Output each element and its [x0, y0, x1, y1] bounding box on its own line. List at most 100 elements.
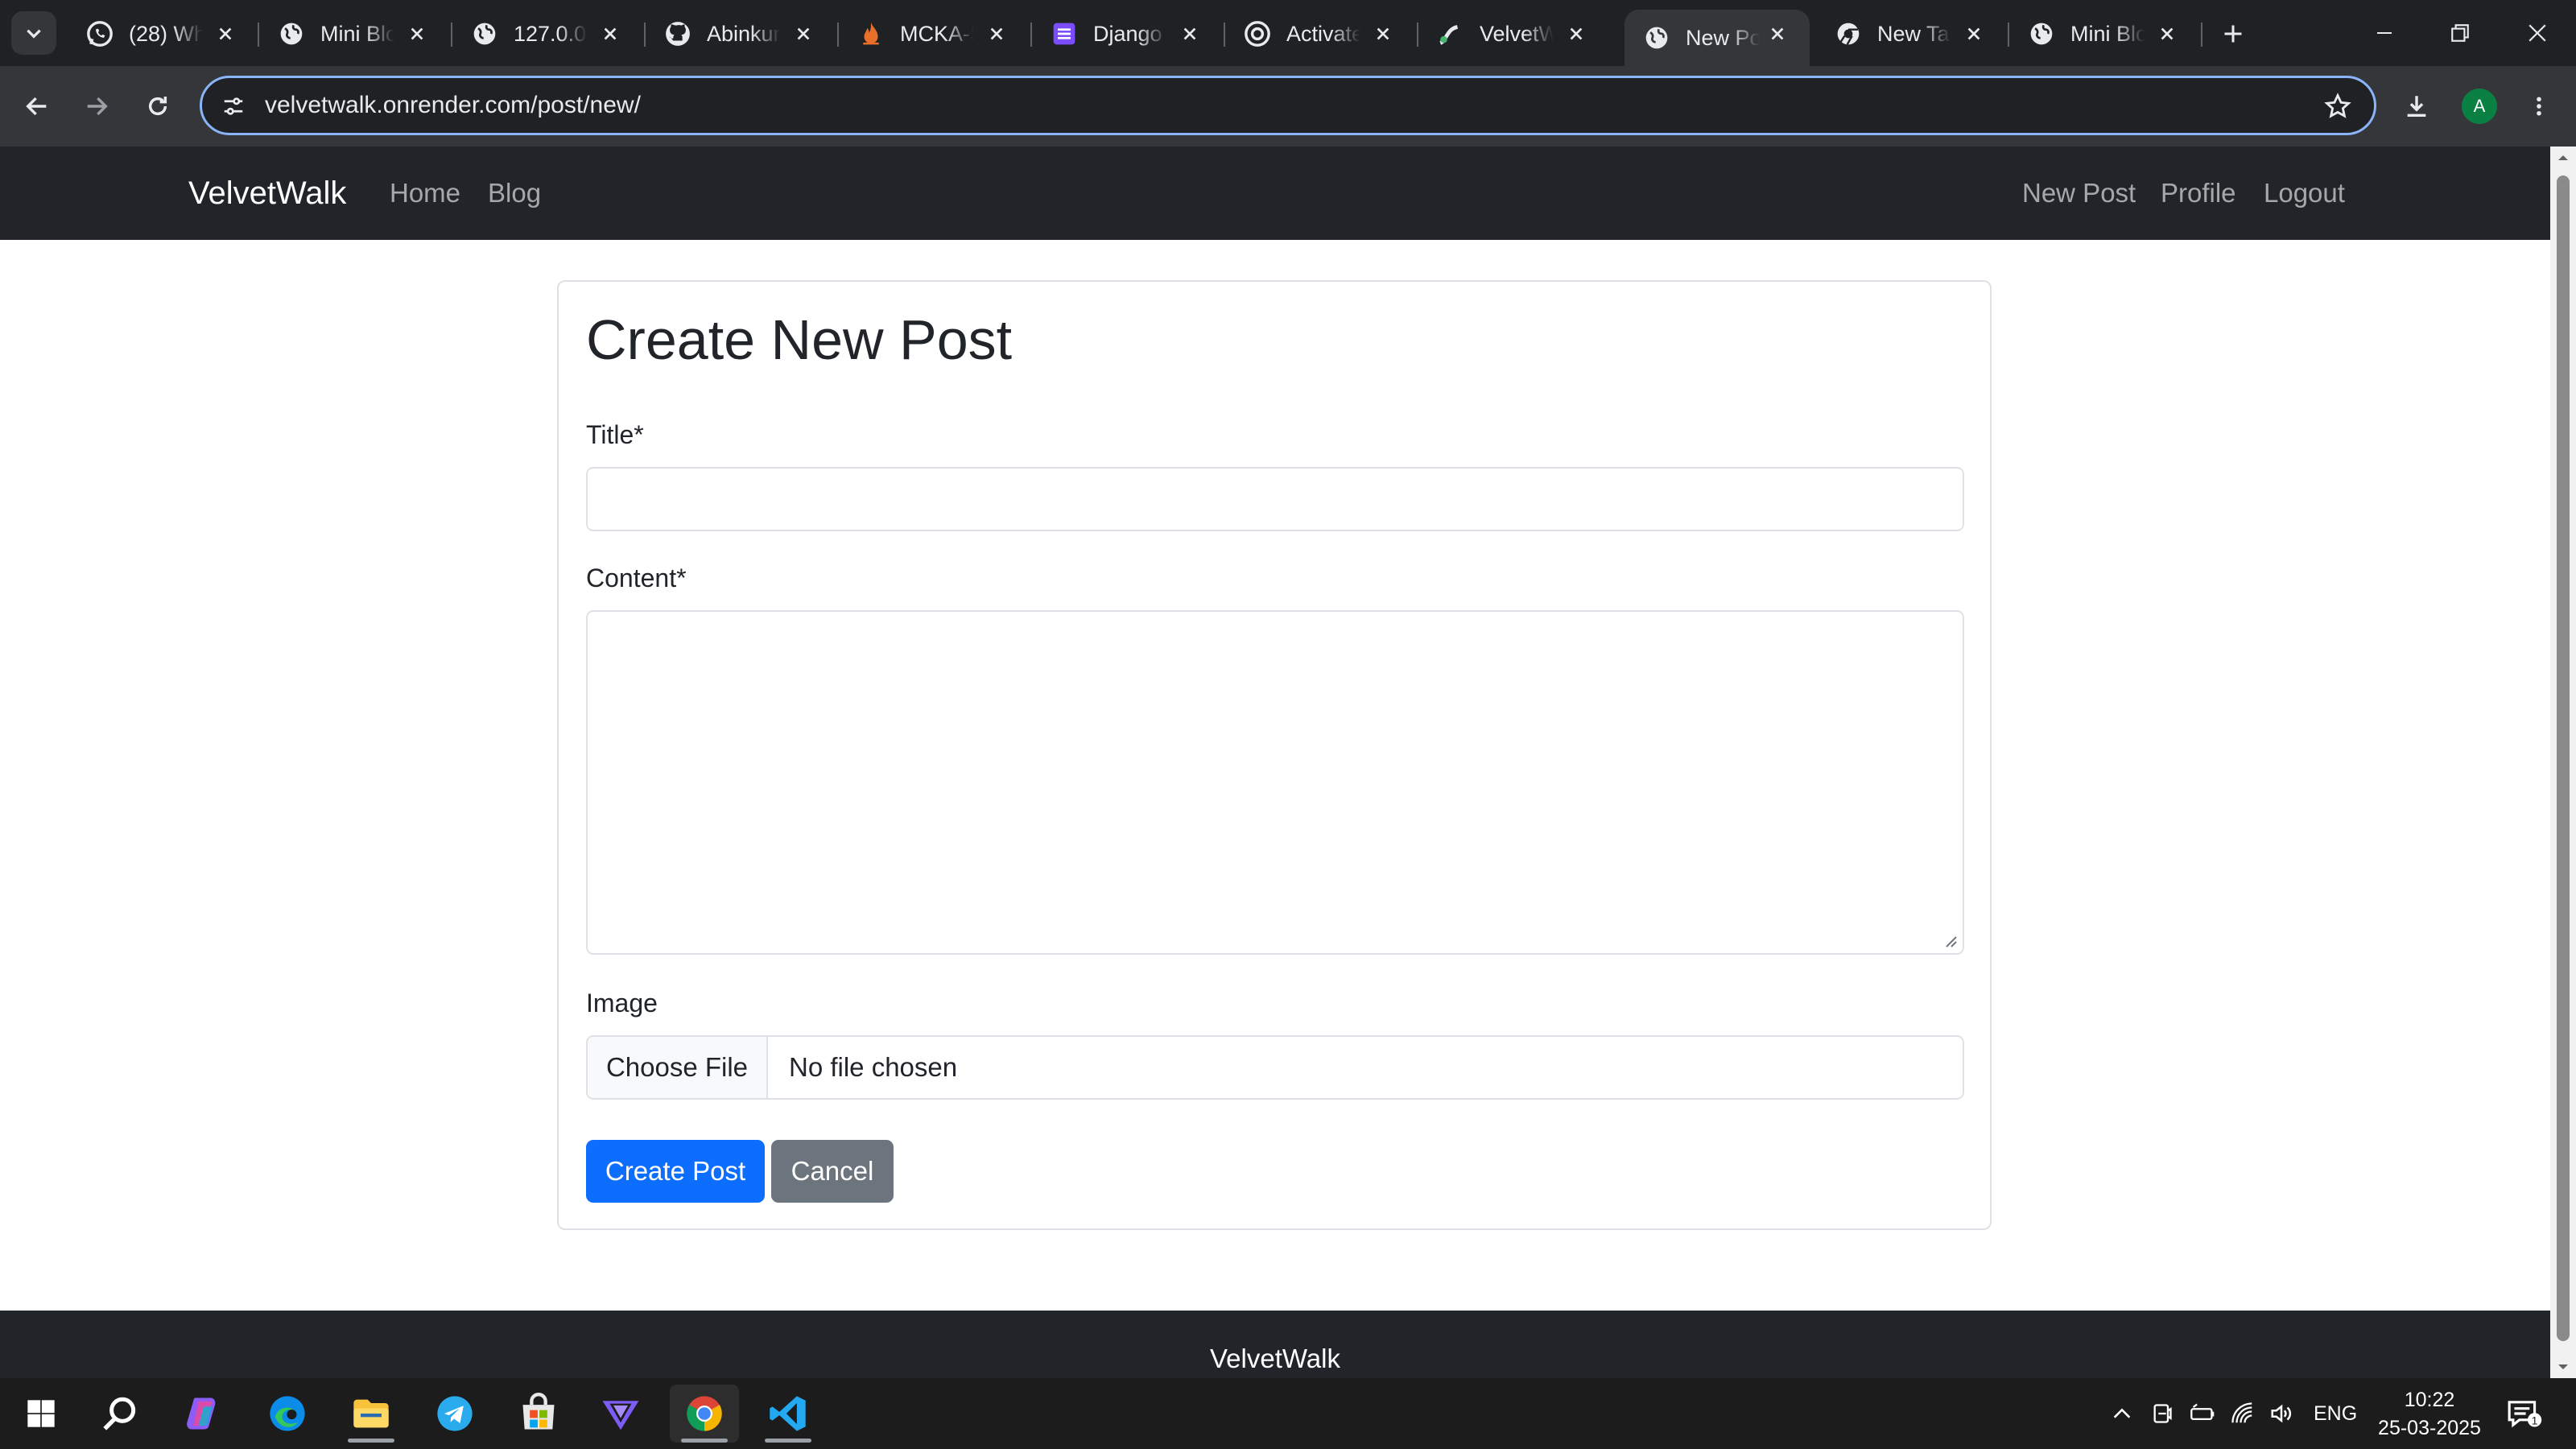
browser-toolbar: velvetwalk.onrender.com/post/new/ A — [0, 66, 2576, 147]
globe-icon — [277, 19, 306, 48]
openai-icon — [1243, 19, 1272, 48]
start-button[interactable] — [6, 1385, 76, 1443]
close-icon[interactable] — [1177, 21, 1203, 47]
site-info-icon[interactable] — [213, 86, 254, 126]
bookmark-star-icon[interactable] — [2318, 86, 2358, 126]
url-text[interactable]: velvetwalk.onrender.com/post/new/ — [265, 78, 641, 133]
show-hidden-icons-button[interactable] — [2106, 1396, 2138, 1431]
image-label: Image — [586, 989, 658, 1018]
minimize-button[interactable] — [2362, 13, 2407, 53]
taskbar-clock[interactable]: 10:22 25-03-2025 — [2373, 1386, 2486, 1443]
taskbar-telegram[interactable] — [420, 1385, 489, 1443]
tray-battery[interactable] — [2186, 1396, 2219, 1431]
tab-label: Abinkumar — [707, 21, 781, 46]
volume-icon — [2271, 1404, 2292, 1423]
running-indicator — [765, 1439, 811, 1443]
downloads-button[interactable] — [2396, 85, 2438, 127]
browser-tab-localhost[interactable]: 127.0.0.1 — [452, 10, 642, 58]
address-bar[interactable]: velvetwalk.onrender.com/post/new/ — [200, 76, 2376, 135]
close-icon[interactable] — [1370, 21, 1396, 47]
close-icon[interactable] — [1961, 21, 1987, 47]
language-indicator[interactable]: ENG — [2314, 1378, 2357, 1449]
browser-tab-new-tab[interactable]: New Tab — [1816, 10, 2006, 58]
page-scrollbar[interactable] — [2550, 147, 2576, 1378]
back-button[interactable] — [16, 85, 58, 127]
resize-grip-icon[interactable] — [1942, 932, 1958, 948]
create-post-button[interactable]: Create Post — [586, 1140, 765, 1203]
close-icon[interactable] — [404, 21, 430, 47]
close-icon[interactable] — [597, 21, 623, 47]
reload-button[interactable] — [137, 85, 179, 127]
browser-tab-github[interactable]: Abinkumar — [646, 10, 836, 58]
cancel-button[interactable]: Cancel — [771, 1140, 894, 1203]
site-brand[interactable]: VelvetWalk — [188, 147, 346, 240]
tab-label: MCKA-S — [900, 21, 974, 46]
close-icon[interactable] — [2154, 21, 2180, 47]
vpn-icon — [602, 1401, 639, 1430]
taskbar-vscode[interactable] — [753, 1385, 823, 1443]
close-icon[interactable] — [1563, 21, 1589, 47]
taskbar-edge[interactable] — [253, 1385, 322, 1443]
plus-icon — [2224, 25, 2242, 43]
tray-volume[interactable] — [2265, 1396, 2297, 1431]
notification-center-button[interactable]: 1 — [2504, 1396, 2545, 1431]
telegram-icon — [437, 1396, 473, 1431]
clock-date: 25-03-2025 — [2378, 1417, 2481, 1439]
site-footer: VelvetWalk — [0, 1311, 2550, 1378]
profile-avatar[interactable]: A — [2462, 89, 2497, 124]
image-file-input[interactable]: Choose File No file chosen — [586, 1035, 1964, 1100]
scroll-down-arrow-icon[interactable] — [2555, 1359, 2571, 1375]
browser-menu-button[interactable] — [2518, 85, 2560, 127]
choose-file-button[interactable]: Choose File — [588, 1037, 768, 1098]
browser-tab-activate[interactable]: Activate — [1225, 10, 1415, 58]
browser-tab-whatsapp[interactable]: (28) WhatsApp — [68, 10, 258, 58]
close-icon[interactable] — [791, 21, 816, 47]
browser-tab-new-post[interactable]: New Post — [1624, 10, 1810, 66]
browser-tab-mini-blog-2[interactable]: Mini Blog — [2009, 10, 2199, 58]
nav-blog-link[interactable]: Blog — [488, 147, 541, 240]
content-textarea[interactable] — [586, 610, 1964, 955]
nav-new-post-link[interactable]: New Post — [2022, 147, 2136, 240]
file-status-text: No file chosen — [789, 1052, 958, 1082]
reload-icon — [148, 97, 167, 116]
tab-search-button[interactable] — [11, 11, 56, 55]
scroll-thumb[interactable] — [2557, 175, 2570, 1341]
scroll-up-arrow-icon[interactable] — [2555, 150, 2571, 166]
tray-meet-now[interactable] — [2146, 1396, 2178, 1431]
download-icon — [2407, 96, 2426, 118]
tab-label: (28) WhatsApp — [129, 21, 203, 46]
nav-home-link[interactable]: Home — [390, 147, 460, 240]
forward-button[interactable] — [76, 85, 118, 127]
github-icon — [663, 19, 692, 48]
close-window-button[interactable] — [2515, 13, 2560, 53]
vscode-icon — [770, 1396, 806, 1431]
restore-button[interactable] — [2438, 13, 2483, 53]
new-tab-button[interactable] — [2215, 16, 2251, 52]
nav-logout-link[interactable]: Logout — [2264, 147, 2345, 240]
taskbar-chrome[interactable] — [670, 1385, 739, 1443]
chevron-up-icon — [2113, 1408, 2131, 1418]
taskbar-copilot[interactable] — [169, 1385, 238, 1443]
close-icon[interactable] — [213, 21, 238, 47]
taskbar-microsoft-store[interactable] — [504, 1385, 573, 1443]
tab-label: New Post — [1686, 25, 1760, 50]
windows-start-icon — [27, 1400, 55, 1427]
browser-tab-mcka[interactable]: MCKA-S — [839, 10, 1029, 58]
restore-icon — [2451, 24, 2469, 42]
clock-time: 10:22 — [2404, 1389, 2455, 1411]
browser-tab-velvetwalk[interactable]: VelvetWalk — [1418, 10, 1608, 58]
browser-tab-django[interactable]: Django — [1032, 10, 1222, 58]
nav-profile-link[interactable]: Profile — [2161, 147, 2236, 240]
windows-taskbar: ENG 10:22 25-03-2025 1 — [0, 1378, 2576, 1449]
tab-separator — [2201, 23, 2202, 47]
title-input[interactable] — [586, 467, 1964, 531]
taskbar-file-explorer[interactable] — [336, 1385, 406, 1443]
tray-network[interactable] — [2227, 1396, 2259, 1431]
close-icon[interactable] — [984, 21, 1009, 47]
browser-tab-mini-blog[interactable]: Mini Blog — [259, 10, 449, 58]
taskbar-proton-vpn[interactable] — [586, 1385, 655, 1443]
globe-icon — [470, 19, 499, 48]
close-icon[interactable] — [1765, 21, 1790, 47]
browser-tab-strip: (28) WhatsApp Mini Blog 127.0.0.1 Abinku… — [0, 0, 2576, 66]
taskbar-search-button[interactable] — [85, 1385, 155, 1443]
